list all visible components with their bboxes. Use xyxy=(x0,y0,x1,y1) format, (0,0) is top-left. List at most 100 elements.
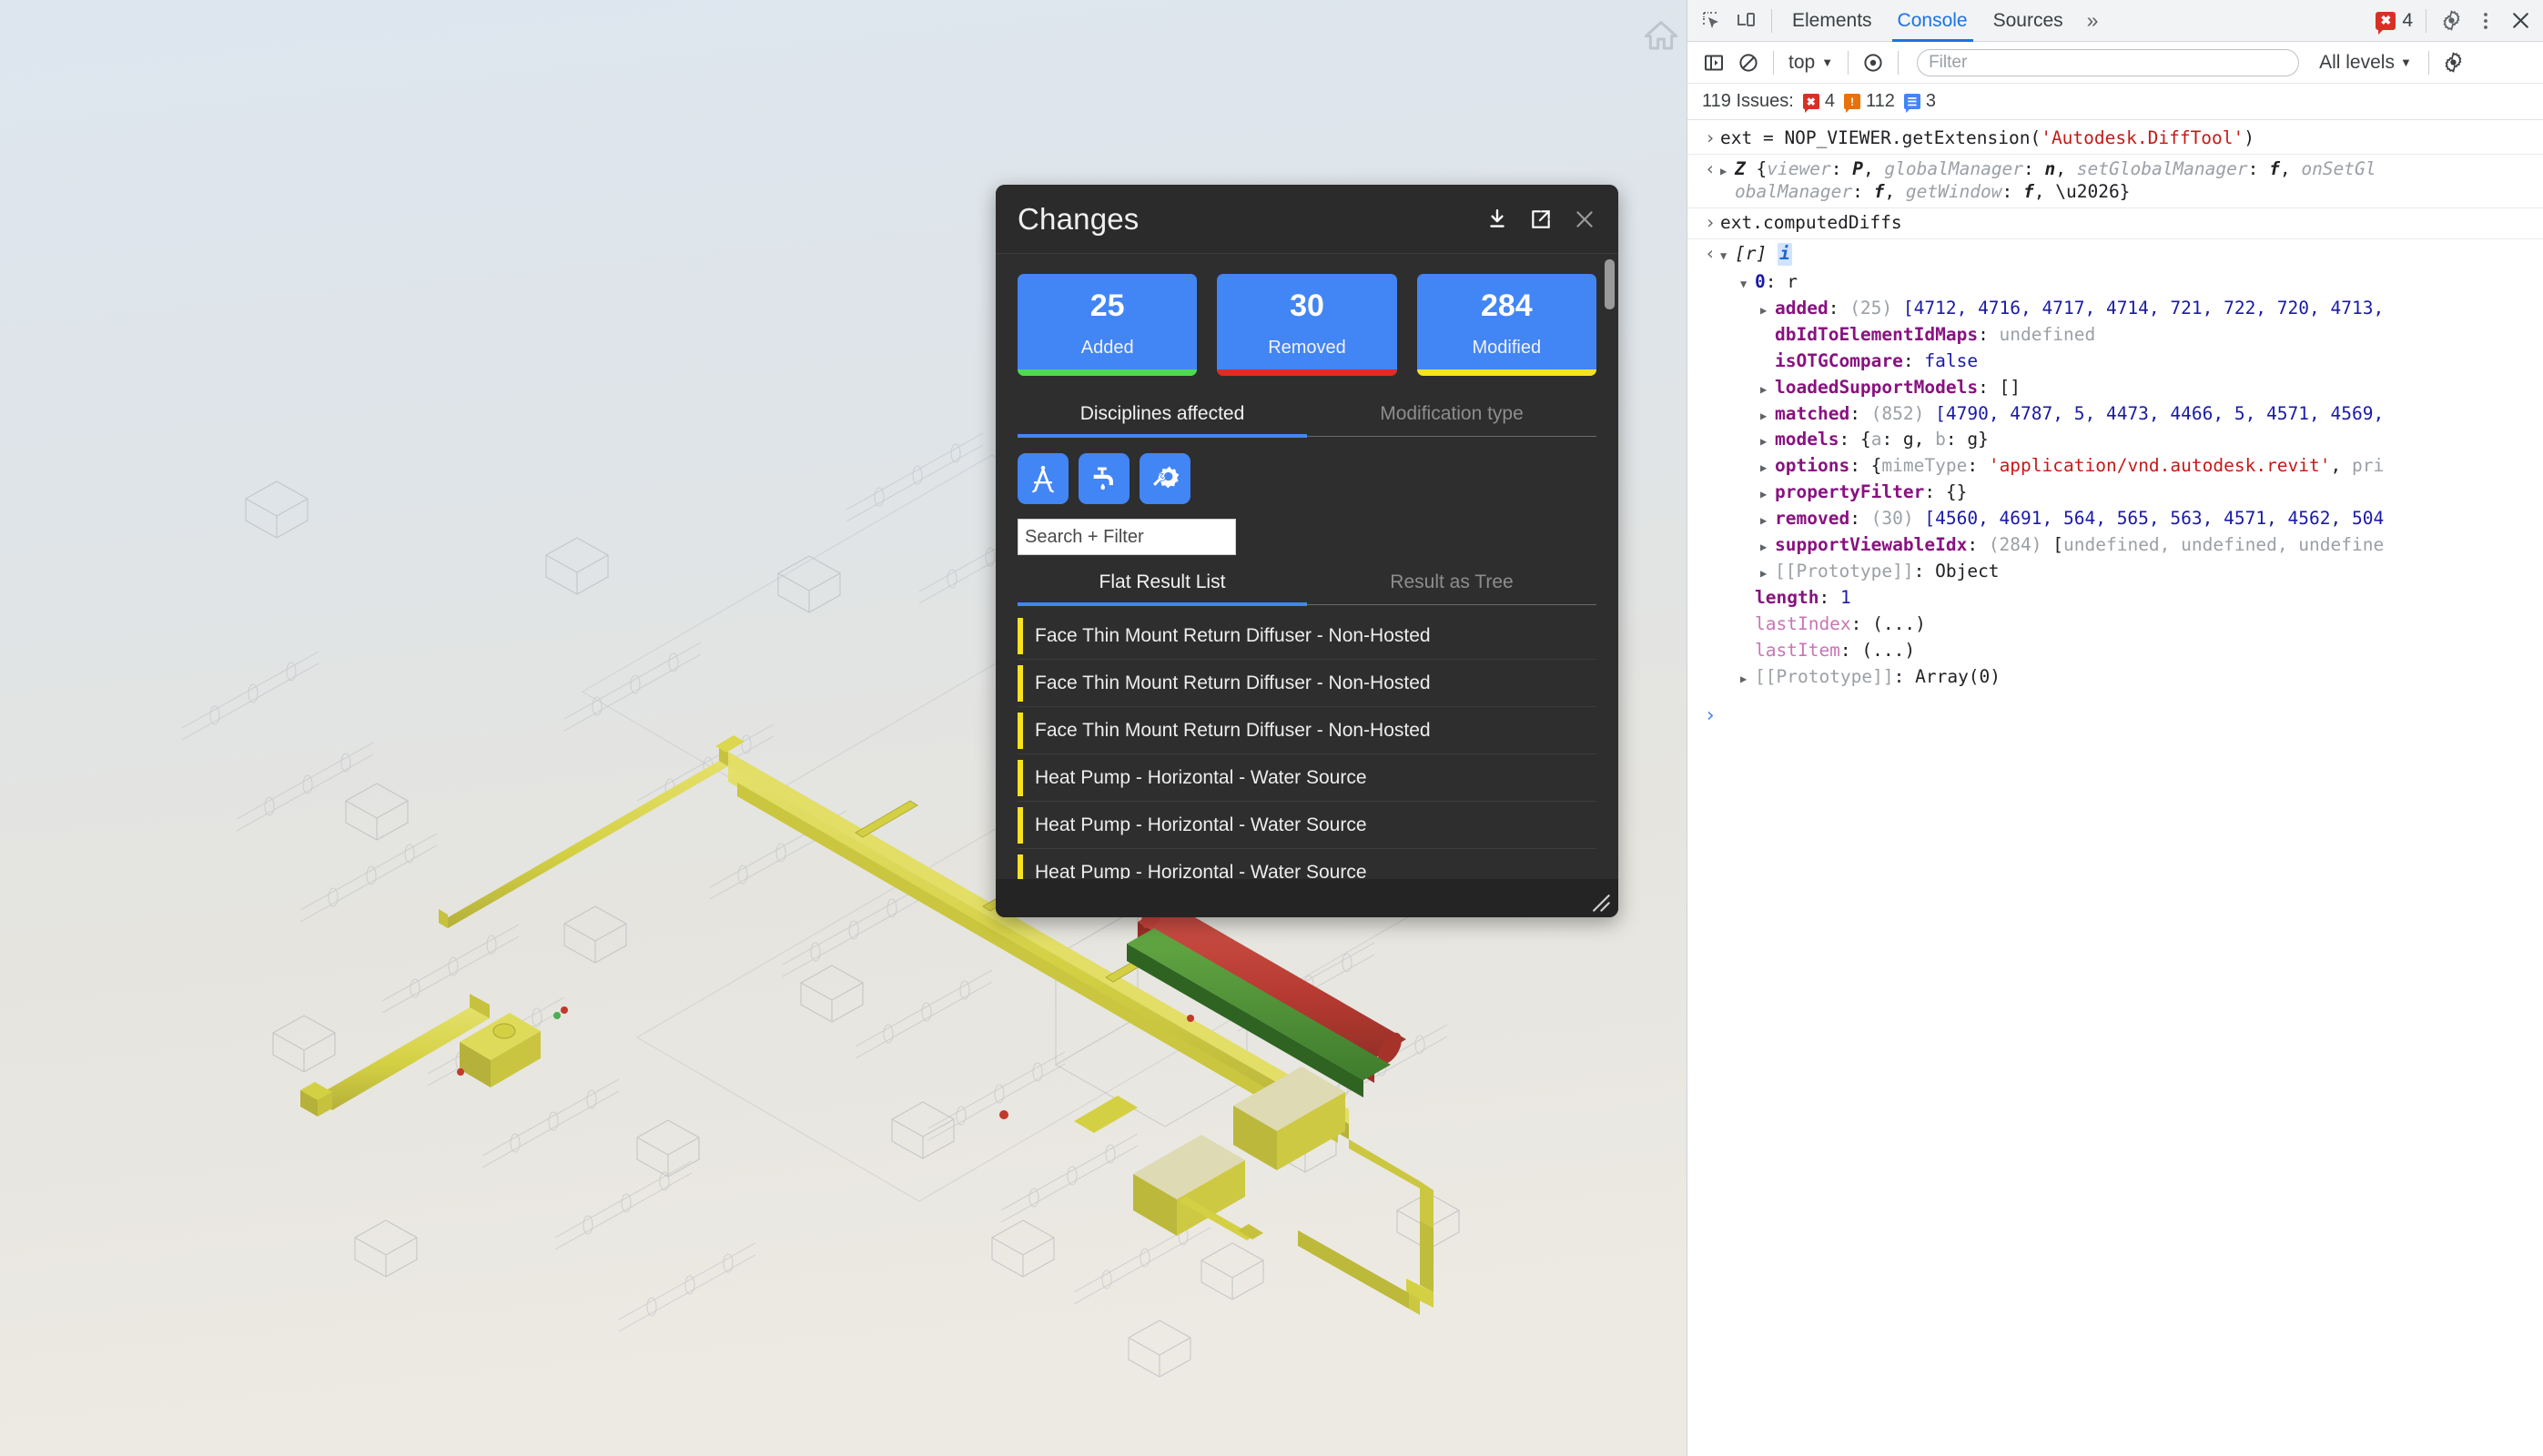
more-tabs-icon[interactable]: » xyxy=(2076,8,2110,33)
expand-triangle-icon[interactable] xyxy=(1760,403,1775,426)
status-badge xyxy=(1018,712,1023,749)
console-output[interactable]: › ext = NOP_VIEWER.getExtension('Autodes… xyxy=(1687,120,2543,1456)
summary-card-removed[interactable]: 30 Removed xyxy=(1217,274,1397,376)
close-icon[interactable] xyxy=(1571,206,1598,233)
expand-triangle-icon[interactable] xyxy=(1740,666,1755,689)
list-item-label: Heat Pump - Horizontal - Water Source xyxy=(1035,766,1367,788)
info-badge: i xyxy=(1777,242,1792,266)
console-line-text: removed: (30) [4560, 4691, 564, 565, 563… xyxy=(1775,508,2385,530)
console-tree-row[interactable]: added: (25) [4712, 4716, 4717, 4714, 721… xyxy=(1687,296,2543,322)
expand-triangle-icon[interactable] xyxy=(1760,561,1775,583)
console-line-text: supportViewableIdx: (284) [undefined, un… xyxy=(1775,534,2385,556)
tab-console[interactable]: Console xyxy=(1885,0,1981,42)
inspect-element-icon[interactable] xyxy=(1695,4,1729,38)
console-tree-row[interactable]: lastItem: (...) xyxy=(1687,638,2543,664)
filter-tabstrip: Disciplines affected Modification type xyxy=(1018,399,1596,438)
added-count: 25 xyxy=(1089,288,1125,323)
download-icon[interactable] xyxy=(1484,206,1511,233)
console-tree-row[interactable]: propertyFilter: {} xyxy=(1687,480,2543,506)
panel-scrollbar-thumb[interactable] xyxy=(1605,259,1615,309)
tab-sources[interactable]: Sources xyxy=(1981,0,2076,42)
collapse-triangle-icon[interactable] xyxy=(1720,243,1735,266)
console-tree-row[interactable]: supportViewableIdx: (284) [undefined, un… xyxy=(1687,532,2543,559)
expand-triangle-icon[interactable] xyxy=(1720,158,1735,181)
home-icon[interactable] xyxy=(1643,16,1679,53)
search-input[interactable] xyxy=(1018,519,1236,555)
execution-context-select[interactable]: top ▼ xyxy=(1781,52,1840,74)
expand-triangle-icon[interactable] xyxy=(1760,534,1775,557)
console-tree-row[interactable]: [[Prototype]]: Array(0) xyxy=(1687,664,2543,691)
changes-panel[interactable]: Changes 25 Added 30 Removed 284 Modified… xyxy=(996,185,1618,917)
list-item[interactable]: Heat Pump - Horizontal - Water Source xyxy=(1018,802,1596,849)
expand-triangle-icon[interactable] xyxy=(1760,298,1775,320)
collapse-triangle-icon[interactable] xyxy=(1740,271,1755,294)
status-badge xyxy=(1018,759,1023,796)
devtools-panel[interactable]: Elements Console Sources » ✖ 4 top ▼ Fil… xyxy=(1687,0,2543,1456)
popout-icon[interactable] xyxy=(1527,206,1555,233)
console-tree-row[interactable]: isOTGCompare: false xyxy=(1687,349,2543,375)
console-line-text: added: (25) [4712, 4716, 4717, 4714, 721… xyxy=(1775,297,2385,318)
console-tree-row[interactable]: matched: (852) [4790, 4787, 5, 4473, 446… xyxy=(1687,401,2543,428)
console-tree-row[interactable]: dbIdToElementIdMaps: undefined xyxy=(1687,322,2543,349)
return-icon: ‹ xyxy=(1705,242,1716,264)
console-tree-row[interactable]: 0: r xyxy=(1687,269,2543,296)
changes-panel-footer xyxy=(996,879,1618,917)
resize-grip-icon[interactable] xyxy=(1590,892,1610,912)
gear-icon[interactable] xyxy=(2437,46,2471,80)
tab-flat-result-list[interactable]: Flat Result List xyxy=(1018,568,1307,606)
summary-card-added[interactable]: 25 Added xyxy=(1018,274,1198,376)
list-item[interactable]: Face Thin Mount Return Diffuser - Non-Ho… xyxy=(1018,707,1596,754)
clear-console-icon[interactable] xyxy=(1731,46,1766,80)
status-badge xyxy=(1018,806,1023,844)
status-badge xyxy=(1018,664,1023,702)
expand-triangle-icon[interactable] xyxy=(1760,377,1775,399)
log-levels-select[interactable]: All levels ▼ xyxy=(2310,52,2421,74)
summary-card-modified[interactable]: 284 Modified xyxy=(1416,274,1596,376)
device-toolbar-icon[interactable] xyxy=(1729,4,1764,38)
result-list[interactable]: Face Thin Mount Return Diffuser - Non-Ho… xyxy=(1018,612,1596,879)
panel-scrollbar[interactable] xyxy=(1605,259,1615,879)
kebab-menu-icon[interactable] xyxy=(2468,4,2503,38)
result-view-tabstrip: Flat Result List Result as Tree xyxy=(1018,568,1596,606)
expand-triangle-icon[interactable] xyxy=(1760,481,1775,504)
console-tree-row[interactable]: models: {a: g, b: g} xyxy=(1687,427,2543,453)
console-input-line[interactable]: › ext = NOP_VIEWER.getExtension('Autodes… xyxy=(1687,124,2543,155)
console-input-line[interactable]: › ext.computedDiffs xyxy=(1687,208,2543,239)
tab-result-as-tree[interactable]: Result as Tree xyxy=(1307,568,1596,604)
console-tree-row[interactable]: length: 1 xyxy=(1687,585,2543,612)
filter-input[interactable] xyxy=(1917,48,2300,76)
list-item-label: Heat Pump - Horizontal - Water Source xyxy=(1035,814,1367,835)
expand-triangle-icon[interactable] xyxy=(1760,508,1775,531)
expand-triangle-icon[interactable] xyxy=(1760,429,1775,451)
console-prompt-row[interactable]: › xyxy=(1687,691,2543,733)
gear-icon[interactable] xyxy=(2434,4,2468,38)
live-expression-icon[interactable] xyxy=(1856,46,1890,80)
error-badge-icon[interactable]: ✖ xyxy=(2376,11,2396,35)
console-tree-row[interactable]: lastIndex: (...) xyxy=(1687,612,2543,638)
list-item[interactable]: Face Thin Mount Return Diffuser - Non-Ho… xyxy=(1018,612,1596,660)
plumbing-faucet-icon[interactable] xyxy=(1079,453,1130,504)
mechanical-gear-wrench-icon[interactable] xyxy=(1140,453,1190,504)
console-sidebar-icon[interactable] xyxy=(1697,46,1731,80)
list-item[interactable]: Face Thin Mount Return Diffuser - Non-Ho… xyxy=(1018,660,1596,707)
expand-triangle-icon[interactable] xyxy=(1760,455,1775,478)
list-item[interactable]: Heat Pump - Horizontal - Water Source xyxy=(1018,849,1596,879)
console-tree-row[interactable]: options: {mimeType: 'application/vnd.aut… xyxy=(1687,453,2543,480)
console-tree-row[interactable]: loadedSupportModels: [] xyxy=(1687,375,2543,401)
console-output-line[interactable]: ‹ [r] i xyxy=(1687,239,2543,269)
prompt-icon: › xyxy=(1704,704,1717,728)
list-item[interactable]: Heat Pump - Horizontal - Water Source xyxy=(1018,754,1596,802)
console-output-line[interactable]: ‹ Z {viewer: P, globalManager: n, setGlo… xyxy=(1687,155,2543,208)
issues-bar[interactable]: 119 Issues: ✖ 4 ! 112 ☰ 3 xyxy=(1687,84,2543,120)
console-line-text: loadedSupportModels: [] xyxy=(1775,376,2021,398)
tab-elements[interactable]: Elements xyxy=(1779,0,1885,42)
architecture-compass-icon[interactable] xyxy=(1018,453,1069,504)
tab-modification-type[interactable]: Modification type xyxy=(1307,399,1596,436)
console-tree-row[interactable]: removed: (30) [4560, 4691, 564, 565, 563… xyxy=(1687,506,2543,532)
issues-errors-chip: ✖ 4 xyxy=(1802,91,1835,113)
tab-disciplines-affected[interactable]: Disciplines affected xyxy=(1018,399,1307,438)
close-icon[interactable] xyxy=(2503,4,2538,38)
console-tree-row[interactable]: [[Prototype]]: Object xyxy=(1687,559,2543,585)
model-viewer[interactable]: Changes 25 Added 30 Removed 284 Modified… xyxy=(0,0,1687,1456)
list-item-label: Face Thin Mount Return Diffuser - Non-Ho… xyxy=(1035,672,1431,693)
